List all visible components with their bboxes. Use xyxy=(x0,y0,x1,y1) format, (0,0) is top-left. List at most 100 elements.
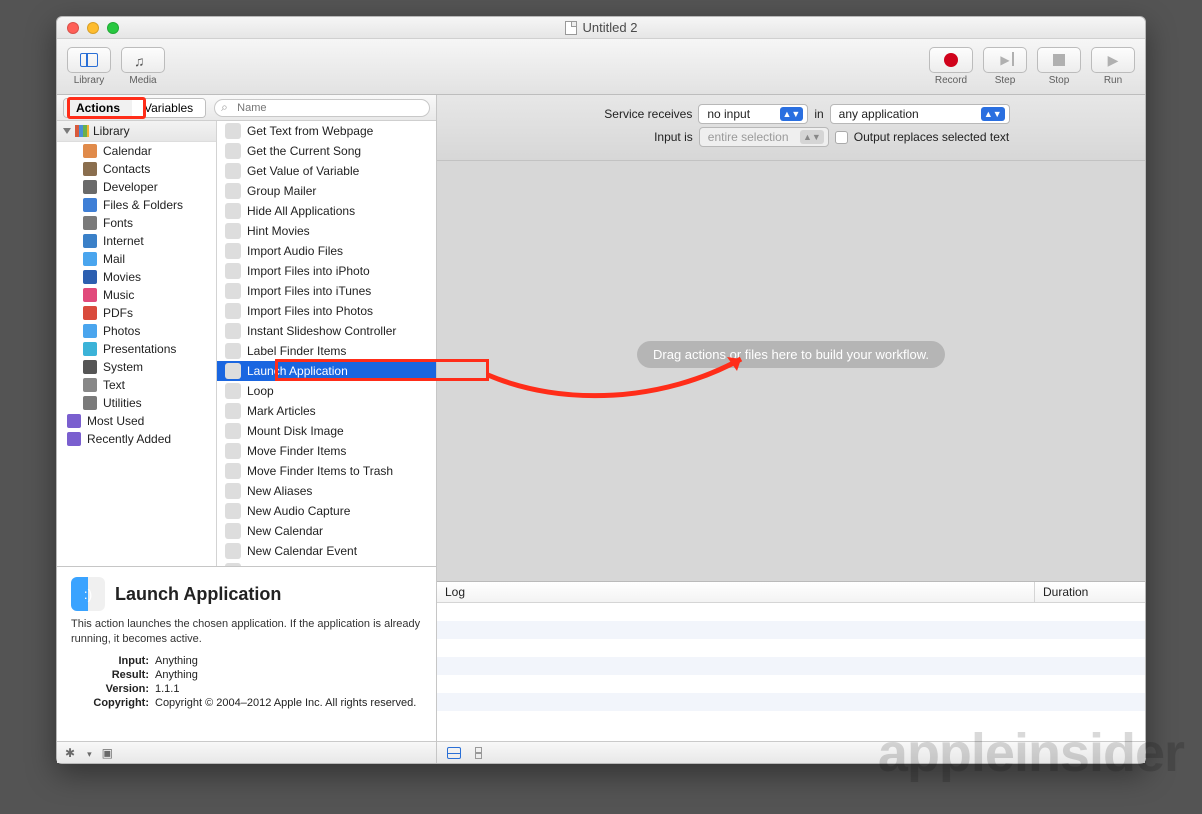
action-list-item[interactable]: Move Finder Items xyxy=(217,441,436,461)
log-column-log[interactable]: Log xyxy=(437,582,1035,602)
media-button[interactable] xyxy=(121,47,165,73)
library-category-item[interactable]: Calendar xyxy=(57,142,216,160)
record-icon xyxy=(944,53,958,67)
log-column-duration[interactable]: Duration xyxy=(1035,582,1145,602)
library-category-item[interactable]: Files & Folders xyxy=(57,196,216,214)
action-list-item[interactable]: Import Files into iPhoto xyxy=(217,261,436,281)
gear-menu-button[interactable] xyxy=(65,746,75,760)
service-in-popup[interactable]: any application ▲▼ xyxy=(830,104,1010,124)
action-list-item[interactable]: Move Finder Items to Trash xyxy=(217,461,436,481)
workflow-dropzone[interactable]: Drag actions or files here to build your… xyxy=(437,161,1145,581)
dropzone-hint: Drag actions or files here to build your… xyxy=(637,341,945,368)
action-list-item[interactable]: Import Files into iTunes xyxy=(217,281,436,301)
library-category-label: Files & Folders xyxy=(103,198,183,212)
action-list-item[interactable]: Mark Articles xyxy=(217,401,436,421)
library-category-label: Calendar xyxy=(103,144,152,158)
finder-app-icon xyxy=(71,577,105,611)
action-list-item[interactable]: Import Files into Photos xyxy=(217,301,436,321)
action-list-item[interactable]: Hint Movies xyxy=(217,221,436,241)
library-category-item[interactable]: Presentations xyxy=(57,340,216,358)
popup-arrow-icon: ▲▼ xyxy=(780,107,804,121)
system-icon xyxy=(83,360,97,374)
input-is-value: entire selection xyxy=(708,130,789,144)
action-list-item[interactable]: Label Finder Items xyxy=(217,341,436,361)
library-smart-label: Recently Added xyxy=(87,432,171,446)
library-category-item[interactable]: Internet xyxy=(57,232,216,250)
action-list-item[interactable]: Launch Application xyxy=(217,361,436,381)
library-category-item[interactable]: Photos xyxy=(57,322,216,340)
close-window-button[interactable] xyxy=(67,22,79,34)
action-list-item[interactable]: New Disk Image xyxy=(217,561,436,566)
library-category-item[interactable]: Movies xyxy=(57,268,216,286)
action-list-item[interactable]: New Calendar xyxy=(217,521,436,541)
calendar-icon xyxy=(225,523,241,539)
library-category-label: Photos xyxy=(103,324,140,338)
action-list-item[interactable]: Mount Disk Image xyxy=(217,421,436,441)
action-list-item[interactable]: Loop xyxy=(217,381,436,401)
info-input-key: Input: xyxy=(71,655,149,667)
action-list-item[interactable]: Import Audio Files xyxy=(217,241,436,261)
utilities-icon xyxy=(225,383,241,399)
stop-button[interactable] xyxy=(1037,47,1081,73)
minimize-window-button[interactable] xyxy=(87,22,99,34)
input-is-label: Input is xyxy=(573,130,693,144)
in-label: in xyxy=(814,107,823,121)
library-category-item[interactable]: Developer xyxy=(57,178,216,196)
search-input[interactable] xyxy=(214,99,430,117)
output-replaces-checkbox[interactable] xyxy=(835,131,848,144)
action-list-item[interactable]: Group Mailer xyxy=(217,181,436,201)
tab-actions[interactable]: Actions xyxy=(64,99,132,117)
smart-folder-icon xyxy=(67,414,81,428)
library-category-label: Movies xyxy=(103,270,141,284)
log-rows[interactable] xyxy=(437,603,1145,741)
library-category-item[interactable]: Contacts xyxy=(57,160,216,178)
library-category-item[interactable]: Mail xyxy=(57,250,216,268)
view-mode-workflow-button[interactable] xyxy=(447,747,461,759)
info-copyright-key: Copyright: xyxy=(71,697,149,709)
action-list-item[interactable]: New Audio Capture xyxy=(217,501,436,521)
library-category-label: Presentations xyxy=(103,342,176,356)
step-label: Step xyxy=(995,75,1016,86)
info-description: This action launches the chosen applicat… xyxy=(71,617,422,647)
action-list-item[interactable]: New Calendar Event xyxy=(217,541,436,561)
record-button[interactable] xyxy=(929,47,973,73)
library-smart-item[interactable]: Most Used xyxy=(57,412,216,430)
finder-icon xyxy=(225,483,241,499)
stop-icon xyxy=(1053,54,1065,66)
library-category-label: System xyxy=(103,360,143,374)
zoom-window-button[interactable] xyxy=(107,22,119,34)
action-list-item[interactable]: Get Text from Webpage xyxy=(217,121,436,141)
action-item-label: Move Finder Items xyxy=(247,444,346,458)
library-category-label: Text xyxy=(103,378,125,392)
action-list-item[interactable]: Get the Current Song xyxy=(217,141,436,161)
action-list-item[interactable]: Instant Slideshow Controller xyxy=(217,321,436,341)
library-category-tree[interactable]: Library Calendar ContactsDeveloper Files &… xyxy=(57,121,217,566)
library-category-item[interactable]: Utilities xyxy=(57,394,216,412)
actions-list[interactable]: Get Text from WebpageGet the Current Son… xyxy=(217,121,436,566)
library-category-item[interactable]: System xyxy=(57,358,216,376)
pdf-icon xyxy=(83,306,97,320)
library-category-item[interactable]: Music xyxy=(57,286,216,304)
library-smart-item[interactable]: Recently Added xyxy=(57,430,216,448)
popup-arrow-icon: ▲▼ xyxy=(800,130,824,144)
action-list-item[interactable]: Get Value of Variable xyxy=(217,161,436,181)
view-mode-list-button[interactable] xyxy=(475,747,489,759)
run-button[interactable] xyxy=(1091,47,1135,73)
step-button[interactable] xyxy=(983,47,1027,73)
library-toggle-button[interactable] xyxy=(67,47,111,73)
action-list-item[interactable]: New Aliases xyxy=(217,481,436,501)
info-version-key: Version: xyxy=(71,683,149,695)
service-receives-popup[interactable]: no input ▲▼ xyxy=(698,104,808,124)
tab-variables[interactable]: Variables xyxy=(132,99,205,117)
log-table: Log Duration xyxy=(437,581,1145,741)
action-list-item[interactable]: Hide All Applications xyxy=(217,201,436,221)
itunes-icon xyxy=(225,243,241,259)
titlebar[interactable]: Untitled 2 xyxy=(57,17,1145,39)
finder-icon xyxy=(225,423,241,439)
library-root-row[interactable]: Library xyxy=(57,121,216,142)
library-category-item[interactable]: PDFs xyxy=(57,304,216,322)
library-category-item[interactable]: Text xyxy=(57,376,216,394)
toggle-description-button[interactable] xyxy=(102,746,113,760)
library-category-item[interactable]: Fonts xyxy=(57,214,216,232)
action-item-label: Hide All Applications xyxy=(247,204,355,218)
